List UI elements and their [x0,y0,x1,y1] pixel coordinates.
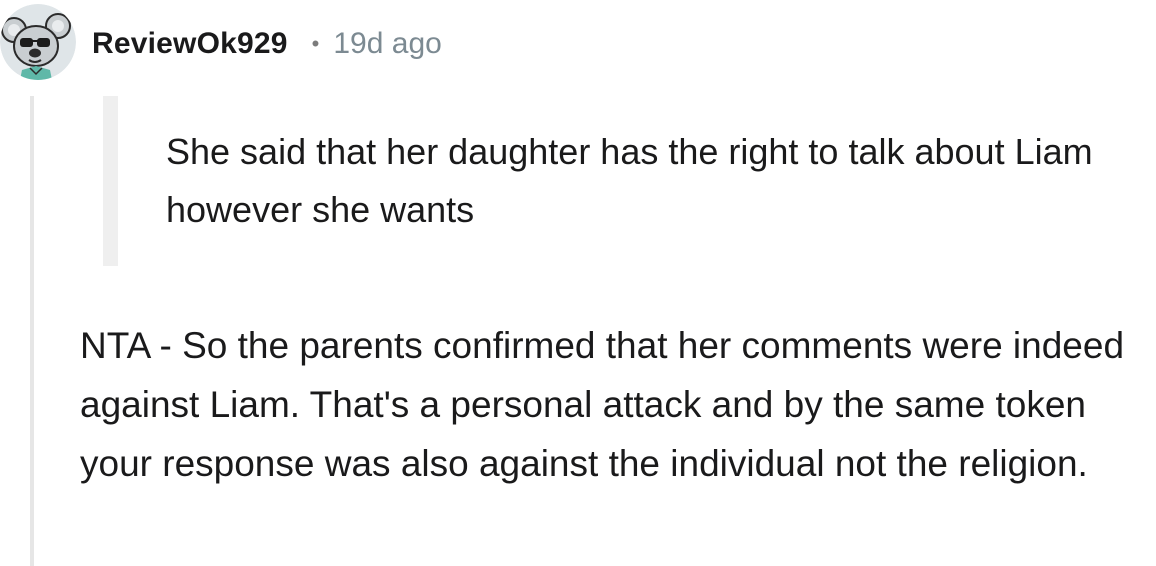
quote-bar [103,96,118,266]
comment-body: NTA - So the parents confirmed that her … [80,325,1125,484]
quoted-text: She said that her daughter has the right… [166,131,1093,230]
timestamp: 19d ago [333,27,442,60]
koala-avatar-icon [0,4,76,80]
meta-separator: • [311,31,320,56]
username-link[interactable]: ReviewOk929 [92,27,288,61]
avatar[interactable] [0,4,76,80]
thread-line[interactable] [30,96,34,566]
comment: ReviewOk929 • 19d ago She said that her … [0,0,1156,566]
comment-header: ReviewOk929 • 19d ago [92,22,442,66]
